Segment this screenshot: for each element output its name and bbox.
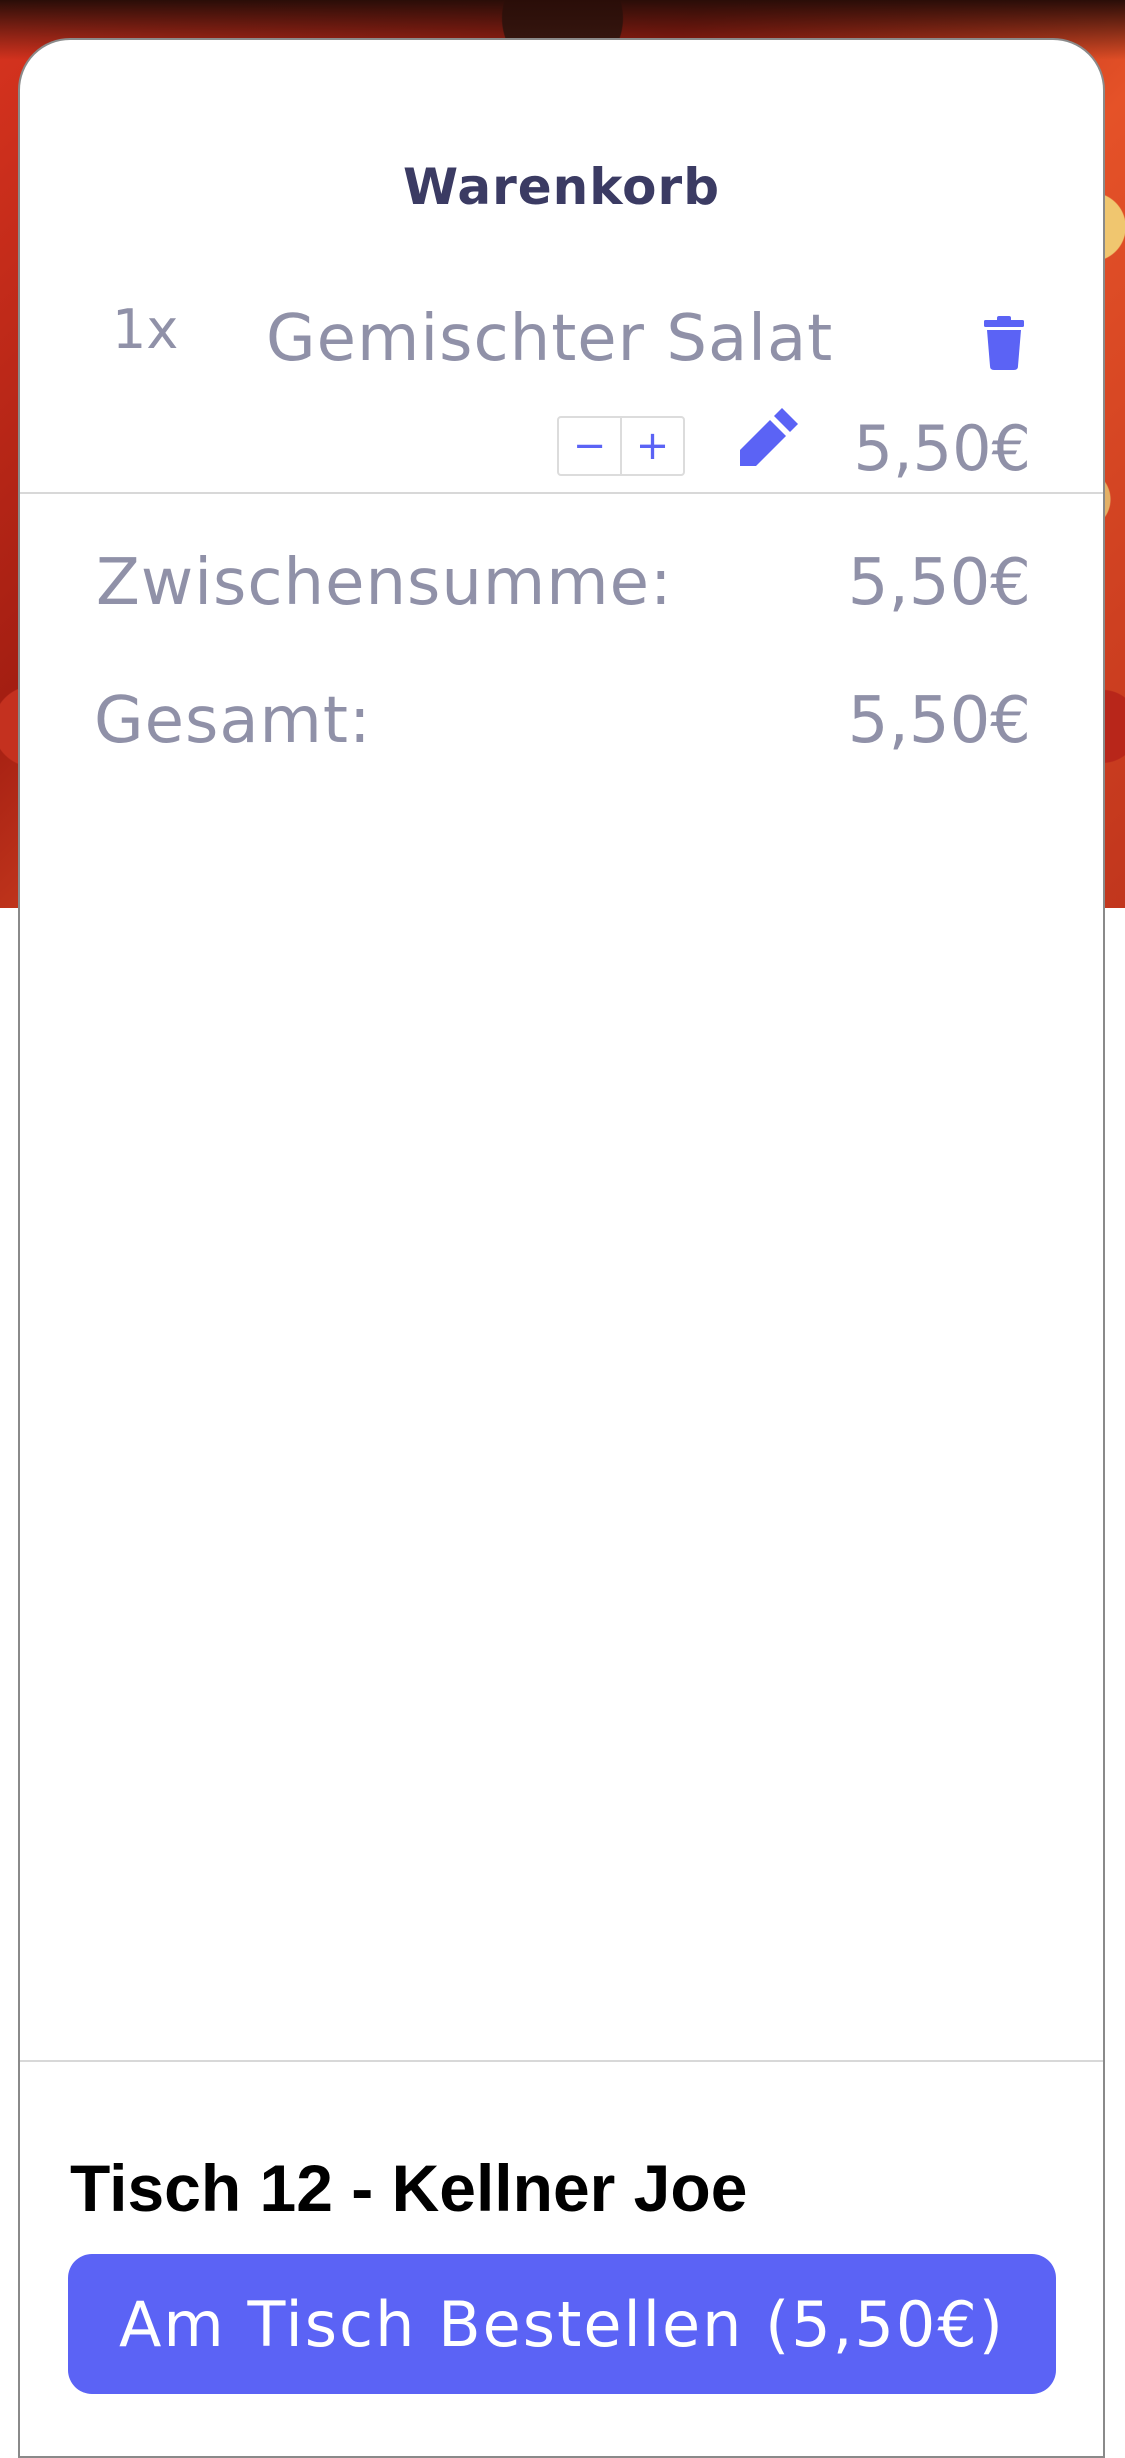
item-name: Gemischter Salat <box>266 302 834 376</box>
subtotal-label: Zwischensumme: <box>96 546 673 620</box>
order-at-table-button[interactable]: Am Tisch Bestellen (5,50€) <box>68 2254 1056 2394</box>
item-quantity: 1x <box>112 298 179 361</box>
quantity-stepper: − + <box>557 416 685 476</box>
cart-title: Warenkorb <box>403 158 720 216</box>
table-waiter-info: Tisch 12 - Kellner Joe <box>70 2151 748 2225</box>
divider <box>20 492 1103 494</box>
pencil-icon[interactable] <box>738 404 802 468</box>
total-value: 5,50€ <box>847 684 1031 758</box>
trash-icon[interactable] <box>984 316 1024 370</box>
increment-button[interactable]: + <box>620 418 683 474</box>
total-label: Gesamt: <box>94 684 372 758</box>
cart-modal: Warenkorb 1x Gemischter Salat − + 5,50€ … <box>18 38 1105 2458</box>
subtotal-value: 5,50€ <box>847 546 1031 620</box>
divider <box>20 2060 1103 2062</box>
item-price: 5,50€ <box>853 412 1032 485</box>
decrement-button[interactable]: − <box>559 418 620 474</box>
